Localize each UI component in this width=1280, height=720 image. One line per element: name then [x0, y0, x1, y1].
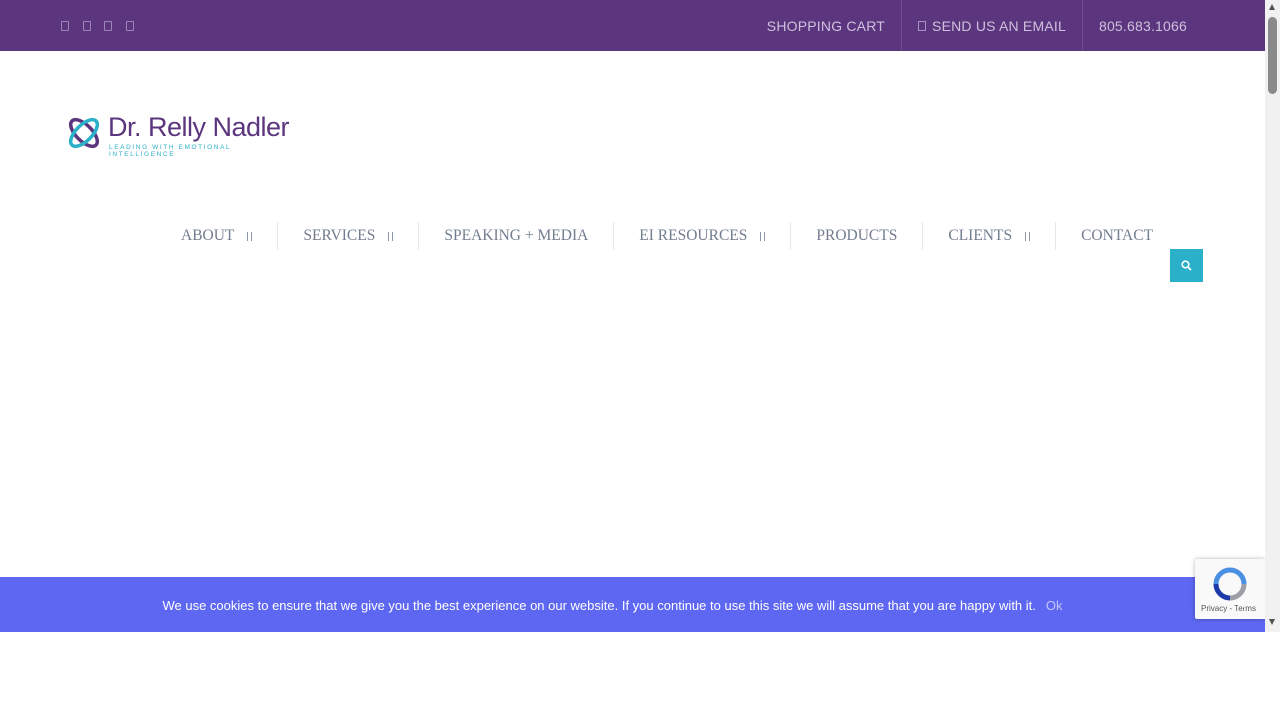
nav-services[interactable]: SERVICES [277, 222, 418, 250]
scroll-up-arrow-icon[interactable] [1269, 4, 1275, 10]
nav-services-label: SERVICES [303, 227, 376, 244]
logo-tagline: LEADING WITH EMOTIONAL INTELLIGENCE [109, 144, 231, 158]
scrollbar[interactable] [1265, 0, 1280, 632]
close-icon[interactable]: × [1235, 597, 1247, 611]
chevron-down-icon [1025, 231, 1031, 241]
nav-contact-label: CONTACT [1081, 227, 1154, 244]
nav-about-label: ABOUT [181, 227, 235, 244]
site-logo[interactable]: Dr. Relly Nadler LEADING WITH EMOTIONAL … [64, 112, 292, 158]
youtube-icon[interactable] [123, 19, 137, 33]
nav-speaking-media[interactable]: SPEAKING + MEDIA [418, 222, 613, 250]
search-icon [1181, 260, 1192, 271]
top-links: SHOPPING CART SEND US AN EMAIL 805.683.1… [751, 0, 1203, 51]
search-button[interactable] [1170, 249, 1203, 282]
scroll-down-arrow-icon[interactable] [1269, 619, 1275, 625]
twitter-icon[interactable] [80, 19, 94, 33]
page-viewport: SHOPPING CART SEND US AN EMAIL 805.683.1… [0, 0, 1265, 632]
linkedin-icon[interactable] [101, 19, 115, 33]
main-nav: ABOUT SERVICES SPEAKING + MEDIA EI RESOU… [156, 220, 1178, 252]
shopping-cart-link[interactable]: SHOPPING CART [751, 0, 901, 51]
logo-mark-icon [68, 117, 100, 149]
send-email-label: SEND US AN EMAIL [932, 17, 1066, 34]
cookie-notice-text: We use cookies to ensure that we give yo… [162, 597, 1036, 613]
nav-contact[interactable]: CONTACT [1055, 222, 1178, 250]
nav-clients-label: CLIENTS [948, 227, 1013, 244]
scroll-thumb[interactable] [1268, 17, 1277, 94]
nav-ei-resources[interactable]: EI RESOURCES [613, 222, 790, 250]
cookie-banner: We use cookies to ensure that we give yo… [0, 577, 1265, 632]
envelope-icon [918, 20, 927, 31]
chevron-down-icon [388, 231, 394, 241]
recaptcha-legal-links[interactable]: Privacy - Terms [1201, 604, 1256, 613]
send-email-link[interactable]: SEND US AN EMAIL [901, 0, 1082, 51]
social-links [58, 0, 144, 51]
nav-products[interactable]: PRODUCTS [790, 222, 922, 250]
logo-name: Dr. Relly Nadler [108, 112, 290, 142]
top-bar: SHOPPING CART SEND US AN EMAIL 805.683.1… [0, 0, 1265, 51]
nav-clients[interactable]: CLIENTS [922, 222, 1055, 250]
facebook-icon[interactable] [58, 19, 72, 33]
chevron-down-icon [247, 231, 253, 241]
recaptcha-badge[interactable]: Privacy - Terms [1195, 559, 1265, 619]
cookie-ok-button[interactable]: Ok [1046, 598, 1063, 613]
chevron-down-icon [760, 231, 766, 241]
nav-speaking-label: SPEAKING + MEDIA [444, 227, 589, 244]
nav-products-label: PRODUCTS [816, 227, 898, 244]
phone-link[interactable]: 805.683.1066 [1081, 0, 1203, 51]
nav-ei-resources-label: EI RESOURCES [639, 227, 748, 244]
nav-about[interactable]: ABOUT [156, 222, 277, 250]
